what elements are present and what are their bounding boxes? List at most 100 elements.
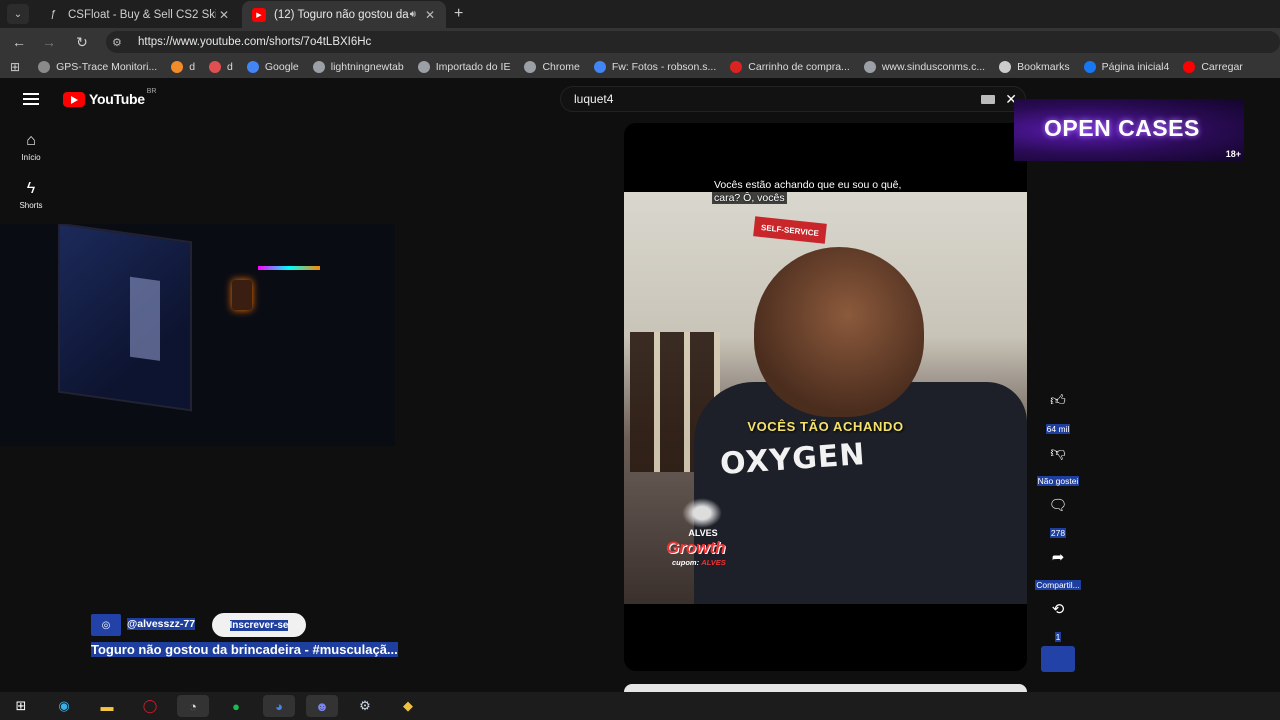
video-frame: SELF-SERVICE OXYGEN ALVES Growth cupom: … <box>624 192 1027 604</box>
bookmark-label: Página inicial4 <box>1101 61 1170 73</box>
obs-icon[interactable]: ◔ <box>177 695 209 717</box>
back-button[interactable]: ← <box>8 32 30 52</box>
bookmark-item[interactable]: lightningnewtab <box>312 61 404 73</box>
shorts-player[interactable]: SELF-SERVICE OXYGEN ALVES Growth cupom: … <box>624 123 1027 671</box>
spotify-icon[interactable]: ● <box>220 695 252 717</box>
guide-item-home[interactable]: ⌂ Início <box>0 132 62 162</box>
comments-button[interactable]: 🗨︎ 278 <box>1032 487 1084 541</box>
bookmark-item[interactable]: Bookmarks <box>999 61 1070 73</box>
tab-strip: ⌄ ƒ CSFloat - Buy & Sell CS2 Skins & ✕ ▶… <box>0 0 1280 28</box>
bookmark-label: Bookmarks <box>1017 61 1070 73</box>
avatar <box>1041 646 1075 672</box>
pc-image <box>232 280 252 310</box>
guide-item-shorts[interactable]: ϟ Shorts <box>0 180 62 210</box>
chevron-down-icon: ⌄ <box>13 8 23 20</box>
bookmark-favicon-icon <box>1083 61 1096 73</box>
bookmark-item[interactable]: Carregar <box>1183 61 1243 73</box>
share-button[interactable]: ➦ Compartil... <box>1032 539 1084 593</box>
bookmark-favicon-icon <box>209 61 222 73</box>
youtube-wordmark: YouTube <box>89 91 145 107</box>
like-button[interactable]: 👍︎ 64 mil <box>1032 383 1084 437</box>
bookmark-item[interactable]: Google <box>246 61 299 73</box>
bookmark-item[interactable]: Chrome <box>524 61 580 73</box>
bookmark-item[interactable]: Fw: Fotos - robson.s... <box>593 61 716 73</box>
tab-youtube[interactable]: ▶ (12) Toguro não gostou da 🔊︎ ✕ <box>242 1 446 28</box>
webcam-overlay <box>0 224 395 446</box>
steam-icon[interactable]: ⚙ <box>349 695 381 717</box>
file-explorer-icon[interactable]: ▬ <box>91 695 123 717</box>
search-input[interactable]: luquet4 ✕ <box>560 86 1026 112</box>
next-short-preview[interactable] <box>624 684 1027 692</box>
channel-name[interactable]: @alvesszz-77 <box>127 618 196 630</box>
subtitle-line: Vocês estão achando que eu sou o quê, <box>712 179 904 191</box>
channel-avatar-button[interactable] <box>1032 646 1084 672</box>
bookmark-item[interactable]: GPS-Trace Monitori... <box>38 61 157 73</box>
bookmark-favicon-icon <box>593 61 606 73</box>
close-icon[interactable]: ✕ <box>216 8 232 22</box>
video-title: Toguro não gostou da brincadeira - #musc… <box>91 642 398 657</box>
youtube-play-icon <box>63 91 85 107</box>
arrow-left-icon: ← <box>12 34 26 50</box>
bookmark-label: Google <box>264 61 299 73</box>
subscribe-label: Inscrever-se <box>229 619 289 631</box>
bookmarks-bar: ⊞ GPS-Trace Monitori... d d Google lightning… <box>0 56 1280 78</box>
bookmark-item[interactable]: d <box>171 61 195 73</box>
opera-icon[interactable]: ◯ <box>134 695 166 717</box>
plus-icon: + <box>454 5 464 22</box>
bookmark-label: Carrinho de compra... <box>748 61 850 73</box>
bookmark-favicon-icon <box>1183 61 1196 73</box>
close-icon[interactable]: ✕ <box>422 8 438 22</box>
chrome-icon[interactable]: ◕ <box>263 695 295 717</box>
shorts-icon: ϟ <box>26 180 36 197</box>
bookmark-favicon-icon <box>417 61 430 73</box>
discord-icon[interactable]: ☻ <box>306 695 338 717</box>
apps-grid-icon[interactable]: ⊞ <box>10 60 20 74</box>
bookmark-label: Carregar <box>1201 61 1243 73</box>
site-info-icon[interactable]: ⚙ <box>112 36 128 49</box>
tab-csfloat[interactable]: ƒ CSFloat - Buy & Sell CS2 Skins & ✕ <box>36 1 240 28</box>
reload-button[interactable]: ↻ <box>71 32 93 52</box>
new-tab-button[interactable]: + <box>454 5 463 23</box>
ad-text: OPEN CASES <box>1044 115 1200 141</box>
subscribe-button[interactable]: Inscrever-se <box>212 613 306 637</box>
open-cases-ad[interactable]: OPEN CASES 18+ <box>1014 99 1244 161</box>
video-subtitle: Vocês estão achando que eu sou o quê, ca… <box>712 179 904 205</box>
remix-count: 1 <box>1054 632 1062 642</box>
bookmark-item[interactable]: d <box>209 61 233 73</box>
channel-avatar[interactable]: ◎ <box>91 614 121 636</box>
bookmark-list: GPS-Trace Monitori... d d Google lightningne… <box>38 61 1257 73</box>
bookmark-favicon-icon <box>171 61 184 73</box>
windows-start-icon[interactable]: ⊞ <box>5 695 37 717</box>
remix-icon: ⟲ <box>1051 601 1065 618</box>
tab-title: (12) Toguro não gostou da <box>274 8 409 21</box>
tab-title: CSFloat - Buy & Sell CS2 Skins & <box>68 8 216 21</box>
youtube-icon: ▶ <box>252 7 266 22</box>
reload-icon: ↻ <box>76 33 88 50</box>
bookmark-favicon-icon <box>999 61 1012 73</box>
guide-label: Shorts <box>19 201 43 210</box>
address-bar[interactable]: ⚙ https://www.youtube.com/shorts/7o4tLBX… <box>106 31 1280 53</box>
edge-icon[interactable]: ◉ <box>48 695 80 717</box>
bookmark-item[interactable]: Carrinho de compra... <box>730 61 850 73</box>
remix-button[interactable]: ⟲ 1 <box>1032 591 1084 645</box>
led-strip-image <box>258 266 320 270</box>
bookmark-item[interactable]: Página inicial4 <box>1083 61 1170 73</box>
youtube-logo[interactable]: YouTube BR <box>63 87 157 107</box>
arrow-right-icon: → <box>42 34 56 50</box>
dislike-button[interactable]: 👎︎ Não gostei <box>1032 435 1084 489</box>
app-icon[interactable]: ◆ <box>392 695 424 717</box>
forward-button[interactable]: → <box>38 32 60 52</box>
country-code: BR <box>146 87 157 95</box>
bookmark-item[interactable]: www.sindusconms.c... <box>863 61 985 73</box>
keyboard-icon[interactable] <box>981 95 995 104</box>
guide-label: Início <box>21 153 41 162</box>
comments-count: 278 <box>1049 528 1067 538</box>
bookmark-label: d <box>227 61 233 73</box>
bookmark-favicon-icon <box>730 61 743 73</box>
tab-search-button[interactable]: ⌄ <box>7 4 29 24</box>
menu-icon[interactable] <box>23 93 39 105</box>
speaker-icon[interactable]: 🔊︎ <box>410 9 416 20</box>
dislike-label: Não gostei <box>1036 476 1080 486</box>
bookmark-item[interactable]: Importado do IE <box>417 61 510 73</box>
brand-growth: Growth <box>666 538 726 557</box>
